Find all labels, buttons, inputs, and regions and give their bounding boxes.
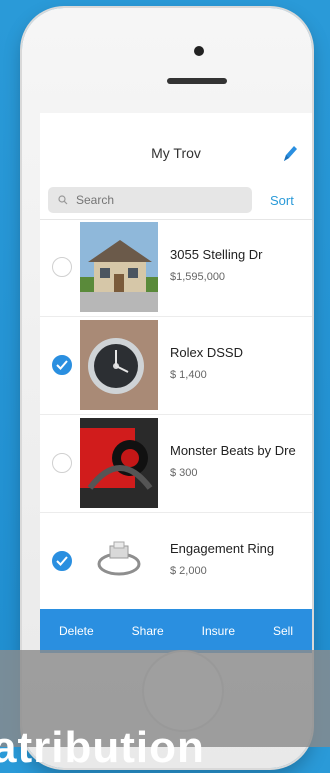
delete-button[interactable]: Delete <box>59 624 94 638</box>
headphones-thumbnail <box>80 418 158 508</box>
list-item[interactable]: Monster Beats by Dre $ 300 <box>40 415 312 513</box>
share-button[interactable]: Share <box>132 624 164 638</box>
item-title: Monster Beats by Dre <box>170 443 296 458</box>
item-title: Rolex DSSD <box>170 345 243 360</box>
sell-button[interactable]: Sell <box>273 624 293 638</box>
list-item[interactable]: Engagement Ring $ 2,000 <box>40 513 312 611</box>
overlay-text: atribution <box>0 723 205 772</box>
pencil-icon[interactable] <box>280 143 300 165</box>
insure-button[interactable]: Insure <box>202 624 235 638</box>
ring-thumbnail <box>80 516 158 606</box>
app-screen: My Trov Sort <box>40 113 312 653</box>
item-title: 3055 Stelling Dr <box>170 247 263 262</box>
action-toolbar: Delete Share Insure Sell <box>40 609 312 653</box>
house-thumbnail <box>80 222 158 312</box>
front-camera <box>194 46 204 56</box>
watch-thumbnail <box>80 320 158 410</box>
item-list: 3055 Stelling Dr $1,595,000 Rolex DSSD $… <box>40 219 312 611</box>
checkbox-checked[interactable] <box>52 355 72 375</box>
item-price: $1,595,000 <box>170 271 226 283</box>
sort-button[interactable]: Sort <box>270 193 294 208</box>
list-item[interactable]: 3055 Stelling Dr $1,595,000 <box>40 219 312 317</box>
list-item[interactable]: Rolex DSSD $ 1,400 <box>40 317 312 415</box>
checkbox[interactable] <box>52 453 72 473</box>
search-icon <box>58 195 68 205</box>
search-input[interactable] <box>74 192 248 208</box>
item-title: Engagement Ring <box>170 541 275 556</box>
checkmark-icon <box>56 556 68 566</box>
item-price: $ 2,000 <box>170 565 207 577</box>
checkbox[interactable] <box>52 257 72 277</box>
search-row: Sort <box>40 183 312 220</box>
nav-bar: My Trov <box>40 113 312 183</box>
overlay-banner: atribution <box>0 650 330 772</box>
search-box[interactable] <box>48 187 252 213</box>
checkmark-icon <box>56 360 68 370</box>
checkbox-checked[interactable] <box>52 551 72 571</box>
item-price: $ 1,400 <box>170 369 207 381</box>
page-title: My Trov <box>151 145 201 161</box>
item-price: $ 300 <box>170 467 198 479</box>
earpiece-speaker <box>167 78 227 84</box>
